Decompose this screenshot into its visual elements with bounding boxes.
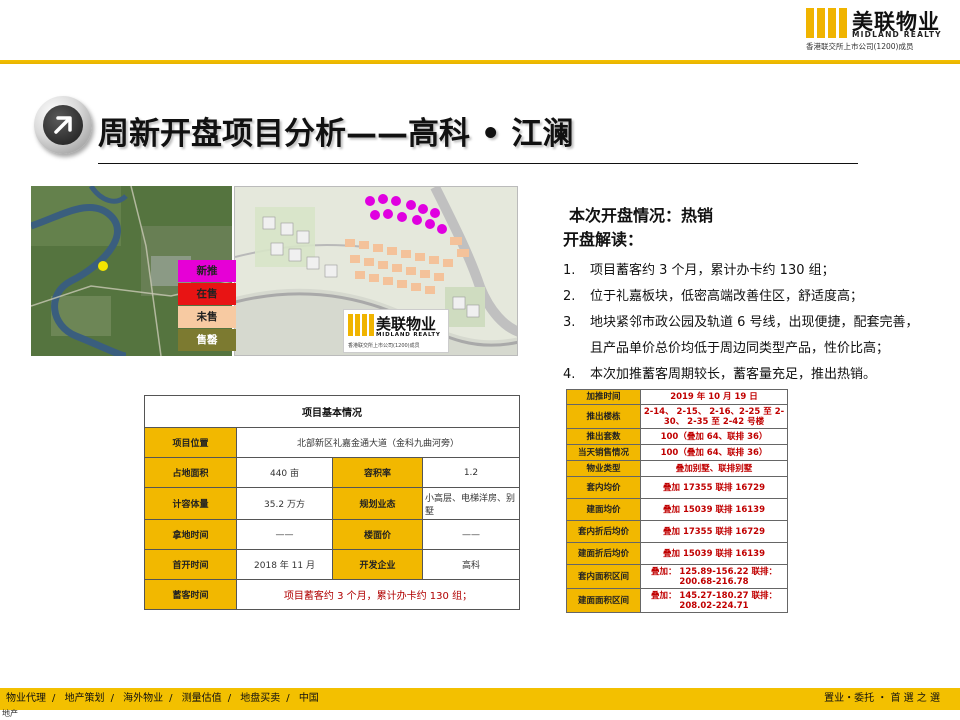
footer-item: 海外物业 — [123, 693, 164, 704]
table-value: 440 亩 — [236, 457, 333, 488]
list-item: 4. 本次加推蓄客周期较长，蓄客量充足，推出热销。 — [563, 367, 877, 382]
table-value: 叠加： 125.89-156.22 联排： 200.68-216.78 — [640, 564, 788, 589]
sales-table: 加推时间 2019 年 10 月 19 日 推出楼栋 2-14、 2-15、 2-1… — [566, 389, 788, 613]
table-value: —— — [236, 519, 333, 550]
table-label: 蓄客时间 — [144, 579, 237, 610]
table-label: 套内面积区间 — [566, 564, 641, 589]
table-label: 套内均价 — [566, 476, 641, 499]
logo-sub: 香港联交所上市公司(1200)成员 — [806, 42, 914, 51]
table-label: 建面均价 — [566, 498, 641, 521]
table-label: 规划业态 — [332, 487, 423, 520]
company-logo: 美联物业 MIDLAND REALTY 香港联交所上市公司(1200)成员 — [806, 8, 946, 52]
table-label: 占地面积 — [144, 457, 237, 488]
footer-item: 地产策划 — [64, 693, 105, 704]
opening-status: 本次开盘情况：热销 — [569, 206, 714, 225]
footer-under — [0, 710, 960, 720]
table-label: 推出套数 — [566, 428, 641, 445]
page-title: 周新开盘项目分析——高科 • 江澜 — [98, 116, 574, 152]
table-header: 项目基本情况 — [144, 395, 520, 428]
footer-item: 测量估值 — [181, 693, 222, 704]
table-value: 2-14、 2-15、 2-16、2-25 至 2-30、 2-35 至 2-4… — [640, 404, 788, 429]
table-label: 建面折后均价 — [566, 542, 641, 565]
table-value: 1.2 — [422, 457, 520, 488]
table-value: 项目蓄客约 3 个月，累计办卡约 130 组； — [236, 579, 520, 610]
list-item: 1. 项目蓄客约 3 个月，累计办卡约 130 组； — [563, 263, 835, 278]
table-value: 叠加： 145.27-180.27 联排： 208.02-224.71 — [640, 588, 788, 613]
logo-en: MIDLAND REALTY — [852, 30, 942, 39]
title-badge — [34, 96, 92, 154]
table-label: 容积率 — [332, 457, 423, 488]
logo-bars-icon — [806, 8, 850, 38]
footer-bar: 物业代理 / 地产策划 / 海外物业 / 测量估值 / 地盘买卖 / 中国 置业・委托 ・… — [0, 688, 960, 710]
table-label: 建面面积区间 — [566, 588, 641, 613]
table-label: 计容体量 — [144, 487, 237, 520]
map-legend: 新推 在售 未售 售罄 — [178, 260, 236, 352]
legend-new: 新推 — [178, 260, 236, 282]
footer-services: 物业代理 / 地产策划 / 海外物业 / 测量估值 / 地盘买卖 / 中国 — [6, 693, 319, 704]
table-label: 项目位置 — [144, 427, 237, 458]
table-label: 推出楼栋 — [566, 404, 641, 429]
logo-bars-icon — [348, 314, 374, 336]
header-rule — [0, 60, 960, 64]
map-logo-sub: 香港联交所上市公司(1200)成员 — [348, 343, 420, 349]
legend-sold-out: 售罄 — [178, 329, 236, 351]
list-item: 且产品单价总价均低于周边同类型产品，性价比高； — [590, 341, 890, 356]
title-rule — [98, 163, 858, 164]
table-value: 叠加别墅、联排别墅 — [640, 460, 788, 477]
table-label: 首开时间 — [144, 549, 237, 580]
map-logo-en: MIDLAND REALTY — [376, 332, 441, 338]
table-value: 35.2 万方 — [236, 487, 333, 520]
table-value: 高科 — [422, 549, 520, 580]
table-value: 叠加 15039 联排 16139 — [640, 498, 788, 521]
opening-interpretation-heading: 开盘解读： — [563, 230, 644, 249]
table-value: 小高层、电梯洋房、别墅 — [422, 487, 520, 520]
table-label: 加推时间 — [566, 389, 641, 405]
footer-item: 物业代理 — [6, 693, 46, 704]
table-label: 物业类型 — [566, 460, 641, 477]
legend-unsold: 未售 — [178, 306, 236, 328]
opening-analysis: 本次开盘情况：热销 开盘解读： 1. 项目蓄客约 3 个月，累计办卡约 130 组… — [563, 204, 958, 388]
project-basic-table: 项目基本情况 项目位置 北部新区礼嘉金通大道（金科九曲河旁） 占地面积 440 … — [144, 395, 520, 610]
table-value: 100（叠加 64、联排 36） — [640, 428, 788, 445]
table-value: 叠加 17355 联排 16729 — [640, 476, 788, 499]
footer-note: 地产 — [2, 709, 18, 718]
table-value: 100（叠加 64、联排 36） — [640, 444, 788, 461]
table-label: 楼面价 — [332, 519, 423, 550]
table-value: 北部新区礼嘉金通大道（金科九曲河旁） — [236, 427, 520, 458]
table-label: 当天销售情况 — [566, 444, 641, 461]
list-item: 2. 位于礼嘉板块，低密高端改善住区，舒适度高； — [563, 289, 864, 304]
table-value: —— — [422, 519, 520, 550]
table-value: 叠加 15039 联排 16139 — [640, 542, 788, 565]
table-value: 叠加 17355 联排 16729 — [640, 520, 788, 543]
table-value: 2019 年 10 月 19 日 — [640, 389, 788, 405]
interpretation-list: 1. 项目蓄客约 3 个月，累计办卡约 130 组； 2. 位于礼嘉板块，低密高端改… — [563, 258, 958, 388]
table-value: 2018 年 11 月 — [236, 549, 333, 580]
footer-slogan: 置业・委托 ・ 首 選 之 選 — [824, 693, 940, 704]
footer-item: 中国 — [298, 693, 319, 704]
footer-item: 地盘买卖 — [240, 693, 281, 704]
list-item: 3. 地块紧邻市政公园及轨道 6 号线，出现便捷，配套完善， — [563, 315, 919, 330]
table-label: 套内折后均价 — [566, 520, 641, 543]
arrow-up-right-icon — [54, 116, 72, 134]
map-logo: 美联物业 MIDLAND REALTY 香港联交所上市公司(1200)成员 — [343, 309, 449, 353]
map-logo-cn: 美联物业 — [376, 315, 437, 333]
legend-on-sale: 在售 — [178, 283, 236, 305]
table-label: 拿地时间 — [144, 519, 237, 550]
title-box: 周新开盘项目分析——高科 • 江澜 — [98, 106, 858, 164]
table-label: 开发企业 — [332, 549, 423, 580]
